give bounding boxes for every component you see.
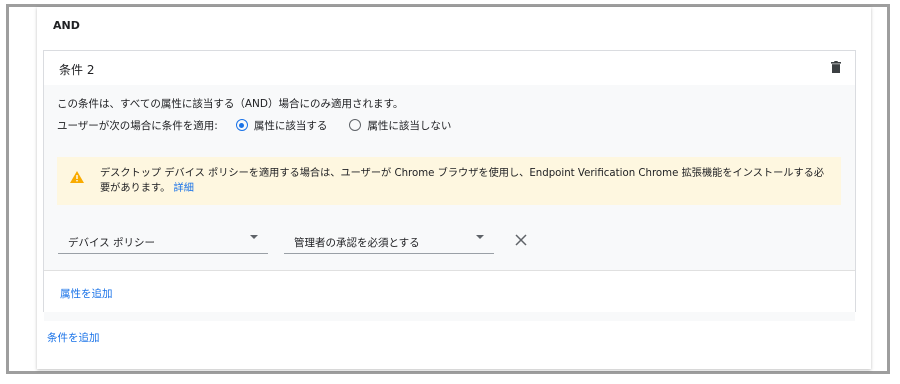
trash-icon[interactable] xyxy=(831,61,841,73)
apply-row: ユーザーが次の場合に条件を適用: 属性に該当する 属性に該当しない xyxy=(57,117,451,133)
chevron-down-icon xyxy=(476,235,484,239)
close-icon[interactable] xyxy=(515,234,527,246)
attribute-select[interactable]: デバイス ポリシー xyxy=(58,226,268,254)
value-select-value: 管理者の承認を必須とする xyxy=(294,237,420,249)
add-attribute-row: 属性を追加 xyxy=(44,270,855,312)
chevron-down-icon xyxy=(250,235,258,239)
radio-match[interactable]: 属性に該当する xyxy=(235,118,328,133)
radio-button-selected[interactable] xyxy=(235,119,248,131)
warning-icon xyxy=(70,171,84,183)
condition-description: この条件は、すべての属性に該当する（AND）場合にのみ適用されます。 xyxy=(57,98,404,110)
warning-banner: デスクトップ デバイス ポリシーを適用する場合は、ユーザーが Chrome ブラ… xyxy=(57,157,841,205)
attribute-select-value: デバイス ポリシー xyxy=(68,237,156,249)
value-select[interactable]: 管理者の承認を必須とする xyxy=(284,226,494,254)
apply-label: ユーザーが次の場合に条件を適用: xyxy=(57,119,218,132)
add-attribute-link[interactable]: 属性を追加 xyxy=(60,286,113,301)
radio-not-match-label: 属性に該当しない xyxy=(367,119,452,132)
condition-header: 条件 2 xyxy=(44,51,855,85)
radio-match-label: 属性に該当する xyxy=(253,119,328,132)
learn-more-link[interactable]: 詳細 xyxy=(174,183,194,194)
warning-text: デスクトップ デバイス ポリシーを適用する場合は、ユーザーが Chrome ブラ… xyxy=(100,166,830,196)
add-condition-link[interactable]: 条件を追加 xyxy=(47,330,100,345)
operator-label: AND xyxy=(53,19,80,32)
condition-title: 条件 2 xyxy=(59,63,95,77)
warning-message: デスクトップ デバイス ポリシーを適用する場合は、ユーザーが Chrome ブラ… xyxy=(100,168,825,194)
radio-button-unselected[interactable] xyxy=(349,119,362,131)
radio-not-match[interactable]: 属性に該当しない xyxy=(349,118,451,133)
